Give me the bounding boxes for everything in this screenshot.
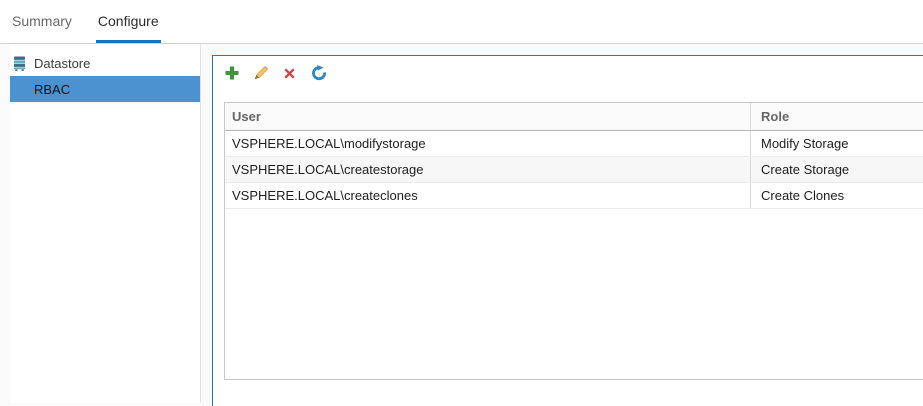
sidebar-item-label: RBAC	[34, 81, 71, 97]
sidebar-item-label: Datastore	[34, 55, 91, 71]
cell-role: Modify Storage	[750, 131, 923, 156]
cell-user: VSPHERE.LOCAL\createclones	[232, 188, 418, 203]
delete-x-icon	[282, 66, 297, 86]
table-row[interactable]: VSPHERE.LOCAL\createstorage Create Stora…	[225, 157, 923, 183]
toolbar	[223, 65, 327, 86]
cell-role: Create Clones	[750, 183, 923, 208]
cell-user: VSPHERE.LOCAL\createstorage	[232, 162, 424, 177]
refresh-icon	[311, 65, 327, 86]
datastore-icon	[13, 56, 26, 71]
tab-summary[interactable]: Summary	[10, 0, 74, 43]
tab-bar: Summary Configure	[0, 0, 923, 44]
column-header-role[interactable]: Role	[750, 103, 923, 130]
content-panel: User Role VSPHERE.LOCAL\modifystorage Mo…	[212, 55, 923, 406]
tab-configure[interactable]: Configure	[95, 0, 161, 43]
add-button[interactable]	[223, 65, 240, 86]
cell-user: VSPHERE.LOCAL\modifystorage	[232, 136, 426, 151]
table-row[interactable]: VSPHERE.LOCAL\createclones Create Clones	[225, 183, 923, 209]
sidebar: Datastore RBAC	[10, 44, 201, 403]
app-window: Summary Configure Datastore RBAC User Ro…	[0, 0, 923, 406]
edit-button[interactable]	[252, 65, 269, 86]
delete-button[interactable]	[281, 67, 298, 84]
page-body: Datastore RBAC User Role VSPHERE.LOCAL\m…	[0, 44, 923, 406]
cell-role: Create Storage	[750, 157, 923, 182]
rbac-table: User Role VSPHERE.LOCAL\modifystorage Mo…	[224, 102, 923, 380]
sidebar-item-datastore[interactable]: Datastore	[10, 50, 200, 76]
sidebar-item-rbac[interactable]: RBAC	[10, 76, 200, 102]
column-header-user[interactable]: User	[225, 103, 750, 130]
table-row[interactable]: VSPHERE.LOCAL\modifystorage Modify Stora…	[225, 131, 923, 157]
plus-icon	[224, 65, 240, 86]
table-header-row: User Role	[225, 103, 923, 131]
refresh-button[interactable]	[310, 65, 327, 86]
pencil-icon	[253, 65, 269, 86]
